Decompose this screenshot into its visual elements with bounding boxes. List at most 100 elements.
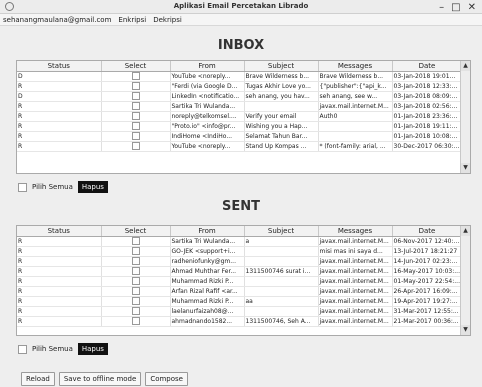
sent-title: SENT xyxy=(222,199,260,214)
column-header[interactable]: Subject xyxy=(244,61,319,72)
inbox-select-all-label: Pilih Semua xyxy=(32,183,73,191)
row-select-checkbox[interactable] xyxy=(131,257,140,265)
row-select-checkbox[interactable] xyxy=(131,102,140,110)
table-cell: D xyxy=(17,71,102,82)
row-select-checkbox[interactable] xyxy=(131,82,140,90)
inbox-scrollbar[interactable]: ▲ ▼ xyxy=(460,61,470,173)
table-cell: javax.mail.internet.M... xyxy=(318,306,393,317)
row-select-checkbox[interactable] xyxy=(131,237,140,245)
row-select-cell xyxy=(101,121,171,132)
column-header[interactable]: Select xyxy=(101,61,171,72)
row-select-checkbox[interactable] xyxy=(131,92,140,100)
table-cell: R xyxy=(17,316,102,327)
table-cell: {"publisher":{"api_k... xyxy=(318,81,393,92)
table-row[interactable]: R IndiHome <IndiHo... Selamat Tahun Bar...… xyxy=(17,131,463,142)
table-cell: javax.mail.internet.M... xyxy=(318,286,393,297)
sent-select-all-label: Pilih Semua xyxy=(32,345,73,353)
table-cell xyxy=(318,121,393,132)
table-row[interactable]: R Sartika Tri Wulanda... javax.mail.intern… xyxy=(17,101,463,112)
table-row[interactable]: Rahmadnando1582... 1311500746, Seh A... ja… xyxy=(17,316,463,327)
row-select-cell xyxy=(101,256,171,267)
row-select-checkbox[interactable] xyxy=(131,277,140,285)
row-select-checkbox[interactable] xyxy=(131,112,140,120)
row-select-checkbox[interactable] xyxy=(131,122,140,130)
column-header[interactable]: Date xyxy=(392,61,463,72)
table-row[interactable]: R "Ferdi (via Google D... Tugas Akhir Love… xyxy=(17,81,463,92)
table-row[interactable]: Rradheniofunky@gm... javax.mail.internet.… xyxy=(17,256,463,267)
table-row[interactable]: D YouTube <noreply... Brave Wilderness b..… xyxy=(17,71,463,82)
scroll-up-icon[interactable]: ▲ xyxy=(461,226,470,236)
table-row[interactable]: Rnoreply@telkomsel.... Verify your email A… xyxy=(17,111,463,122)
sent-select-all-checkbox[interactable] xyxy=(18,344,27,354)
scroll-down-icon[interactable]: ▼ xyxy=(461,163,470,173)
column-header[interactable]: Status xyxy=(17,226,102,237)
column-header[interactable]: Messages xyxy=(318,61,393,72)
table-cell: 13-Jul-2017 18:21:27 xyxy=(392,246,463,257)
table-cell xyxy=(244,286,319,297)
row-select-checkbox[interactable] xyxy=(131,247,140,255)
row-select-checkbox[interactable] xyxy=(131,297,140,305)
table-row[interactable]: R Ahmad Muhthar Fer... 1311500746 surat i.… xyxy=(17,266,463,277)
table-cell: 03-Jan-2018 02:56:... xyxy=(392,101,463,112)
table-row[interactable]: R YouTube <noreply... Stand Up Kompas ... *… xyxy=(17,141,463,152)
column-header[interactable]: Date xyxy=(392,226,463,237)
row-select-cell xyxy=(101,286,171,297)
table-row[interactable]: D LinkedIn <notificatio... seh anang, you … xyxy=(17,91,463,102)
table-row[interactable]: R GO-JEK <support+i... misi mas ini saya d… xyxy=(17,246,463,257)
table-cell: Wishing you a Hap... xyxy=(244,121,319,132)
column-header[interactable]: From xyxy=(170,226,245,237)
row-select-checkbox[interactable] xyxy=(131,267,140,275)
column-header[interactable]: Subject xyxy=(244,226,319,237)
table-cell: aa xyxy=(244,296,319,307)
menu-enkripsi[interactable]: Enkripsi xyxy=(118,16,146,24)
close-icon[interactable]: ✕ xyxy=(468,2,476,13)
column-header[interactable]: Status xyxy=(17,61,102,72)
column-header[interactable]: Messages xyxy=(318,226,393,237)
sent-scrollbar[interactable]: ▲ ▼ xyxy=(460,226,470,335)
menu-dekripsi[interactable]: Dekripsi xyxy=(153,16,182,24)
row-select-cell xyxy=(101,71,171,82)
table-cell: YouTube <noreply... xyxy=(170,141,245,152)
table-row[interactable]: R Muhammad Rizki P... aa javax.mail.interne… xyxy=(17,296,463,307)
table-cell: R xyxy=(17,286,102,297)
row-select-checkbox[interactable] xyxy=(131,142,140,150)
column-header[interactable]: From xyxy=(170,61,245,72)
table-cell: R xyxy=(17,121,102,132)
row-select-checkbox[interactable] xyxy=(131,307,140,315)
table-cell: 31-Mar-2017 12:55:... xyxy=(392,306,463,317)
scroll-up-icon[interactable]: ▲ xyxy=(461,61,470,71)
table-cell: "Proto.io" <info@pr... xyxy=(170,121,245,132)
row-select-checkbox[interactable] xyxy=(131,132,140,140)
table-cell: javax.mail.internet.M... xyxy=(318,266,393,277)
table-row[interactable]: R Muhammad Rizki P... javax.mail.internet.… xyxy=(17,276,463,287)
row-select-checkbox[interactable] xyxy=(131,317,140,325)
table-cell: GO-JEK <support+i... xyxy=(170,246,245,257)
table-cell xyxy=(244,101,319,112)
table-cell: R xyxy=(17,81,102,92)
inbox-select-all-checkbox[interactable] xyxy=(18,182,27,192)
table-row[interactable]: R "Proto.io" <info@pr... Wishing you a Hap… xyxy=(17,121,463,132)
minimize-icon[interactable]: – xyxy=(439,2,444,13)
column-header[interactable]: Select xyxy=(101,226,171,237)
row-select-checkbox[interactable] xyxy=(131,72,140,80)
inbox-delete-button[interactable]: Hapus xyxy=(77,181,108,193)
table-row[interactable]: Rlaelanurfaizah08@... javax.mail.internet… xyxy=(17,306,463,317)
reload-button[interactable]: Reload xyxy=(21,372,55,386)
row-select-checkbox[interactable] xyxy=(131,287,140,295)
table-cell: Ahmad Muhthar Fer... xyxy=(170,266,245,277)
save-offline-button[interactable]: Save to offline mode xyxy=(58,372,142,386)
table-cell: javax.mail.internet.M... xyxy=(318,316,393,327)
table-cell: Brave Wilderness b... xyxy=(318,71,393,82)
table-cell: 06-Nov-2017 12:40:... xyxy=(392,236,463,247)
maximize-icon[interactable]: □ xyxy=(451,2,460,13)
table-cell: YouTube <noreply... xyxy=(170,71,245,82)
menu-account[interactable]: sehanangmaulana@gmail.com xyxy=(3,16,111,24)
table-cell: seh anang, you hav... xyxy=(244,91,319,102)
table-row[interactable]: R Arfan Rizal Rafif <ar... javax.mail.inte… xyxy=(17,286,463,297)
table-row[interactable]: R Sartika Tri Wulanda... a javax.mail.inter… xyxy=(17,236,463,247)
compose-button[interactable]: Compose xyxy=(145,372,188,386)
table-cell: 1311500746 surat i... xyxy=(244,266,319,277)
menu-bar: sehanangmaulana@gmail.com Enkripsi Dekri… xyxy=(0,14,482,26)
sent-delete-button[interactable]: Hapus xyxy=(77,343,108,355)
scroll-down-icon[interactable]: ▼ xyxy=(461,325,470,335)
